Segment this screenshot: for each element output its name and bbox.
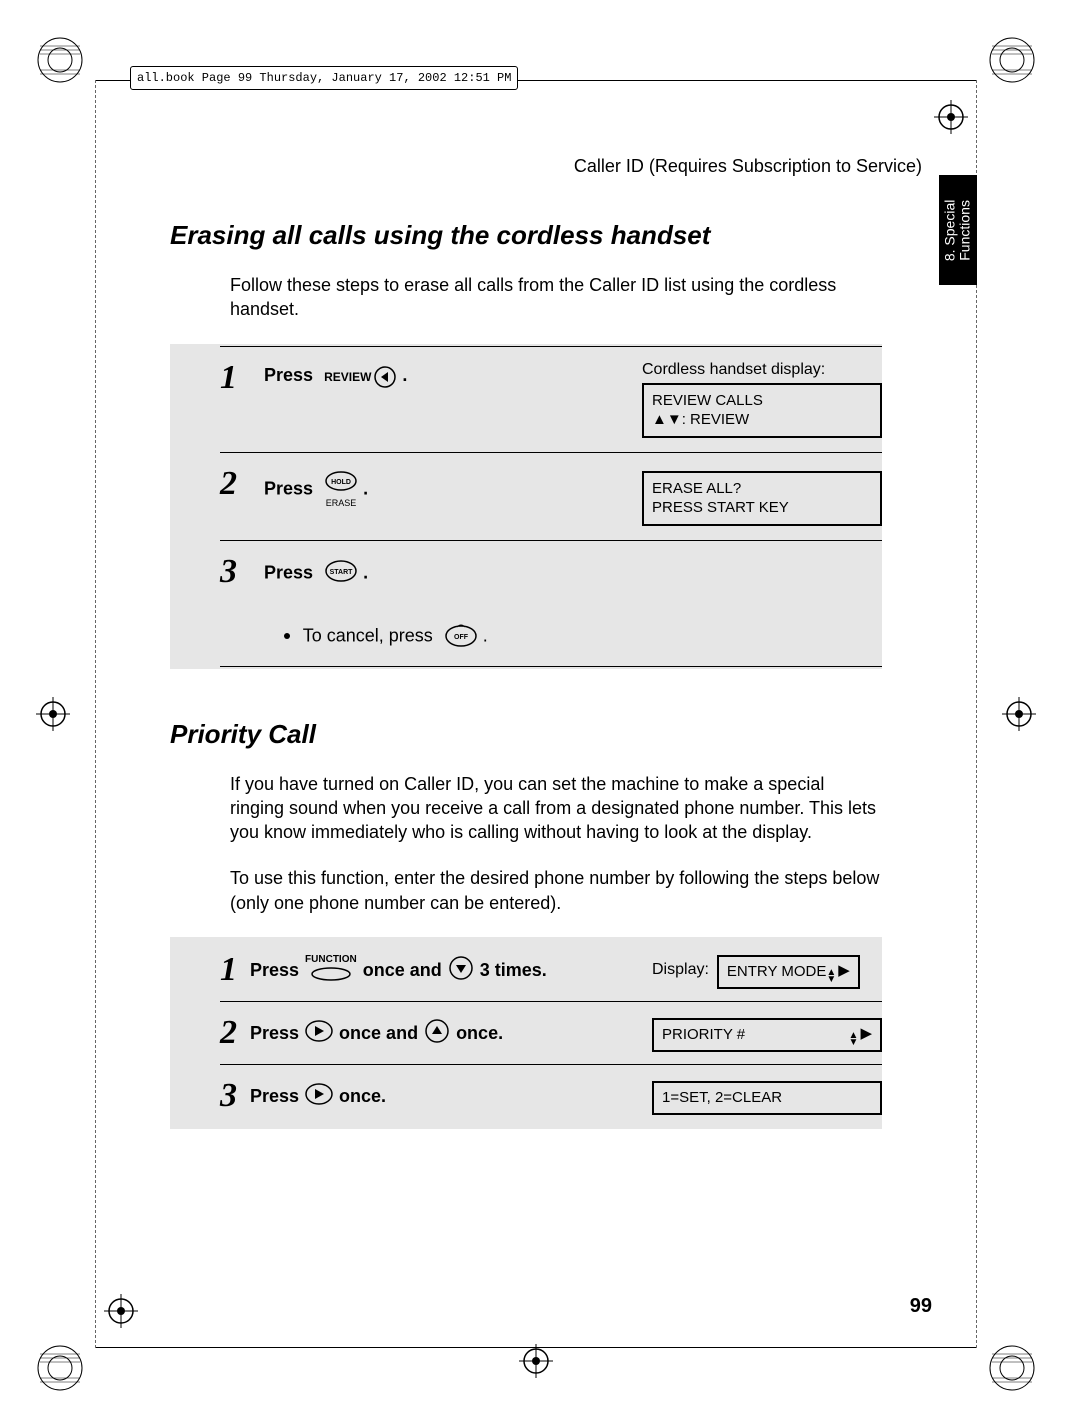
erase-sublabel: ERASE <box>324 498 358 508</box>
up-arrow-button-icon <box>424 1018 450 1049</box>
period: . <box>363 562 368 582</box>
bullet-icon <box>284 633 290 639</box>
off-button-icon: OFF <box>444 621 478 652</box>
steps-block-1: 1 Press REVIEW . Cordless handset displa… <box>170 344 882 669</box>
lcd-text: 1=SET, 2=CLEAR <box>662 1088 782 1108</box>
section-intro-priority-1: If you have turned on Caller ID, you can… <box>230 772 882 845</box>
press-word: Press <box>264 478 313 498</box>
step-number: 2 <box>220 1016 250 1050</box>
lcd-line: ▲▼: REVIEW <box>652 410 872 430</box>
segment: 3 times. <box>480 960 547 981</box>
lcd-display: ERASE ALL? PRESS START KEY <box>642 471 882 526</box>
period: . <box>483 625 488 645</box>
segment: once and <box>363 960 442 981</box>
page-number: 99 <box>910 1295 932 1318</box>
step-row: 2 Press once and once. PRIORITY # ▲▼▶ <box>220 1001 882 1064</box>
segment: once. <box>456 1023 503 1044</box>
step-number: 3 <box>220 1079 250 1113</box>
step-number: 1 <box>220 361 250 395</box>
step-row: 3 Press once. 1=SET, 2=CLEAR <box>220 1064 882 1127</box>
section-heading-priority: Priority Call <box>170 719 882 750</box>
function-button-icon: FUNCTION <box>305 954 357 986</box>
segment: once. <box>339 1086 386 1107</box>
press-word: Press <box>250 960 299 981</box>
review-button-icon: REVIEW <box>324 365 397 389</box>
display-caption: Cordless handset display: <box>642 361 882 379</box>
cancel-note: To cancel, press OFF . <box>264 621 882 652</box>
review-label: REVIEW <box>324 370 371 384</box>
period: . <box>402 365 407 385</box>
cancel-prefix: To cancel, press <box>303 625 433 645</box>
crosshair-icon <box>36 697 70 731</box>
step-number: 1 <box>220 953 250 987</box>
nav-arrows-icon: ▲▼▶ <box>826 961 849 983</box>
section-heading-erasing: Erasing all calls using the cordless han… <box>170 220 882 251</box>
right-arrow-button-icon <box>305 1083 333 1110</box>
nav-arrows-icon: ▲▼▶ <box>849 1024 872 1046</box>
hold-erase-button-icon: HOLD ERASE <box>324 471 358 508</box>
lcd-display: ENTRY MODE ▲▼▶ <box>717 955 860 989</box>
chapter-tab-line2: Functions <box>957 200 973 261</box>
lcd-line: REVIEW CALLS <box>652 391 872 411</box>
steps-block-2: 1 Press FUNCTION once and 3 times. Displ… <box>170 937 882 1129</box>
crosshair-icon <box>1002 697 1036 731</box>
registration-mark-icon <box>988 1344 1036 1392</box>
display-caption: Display: <box>652 961 709 979</box>
lcd-display: 1=SET, 2=CLEAR <box>652 1081 882 1115</box>
step-row: 1 Press FUNCTION once and 3 times. Displ… <box>220 939 882 1001</box>
running-head: Caller ID (Requires Subscription to Serv… <box>574 156 922 177</box>
content-area: Erasing all calls using the cordless han… <box>170 220 882 1129</box>
step-row: 3 Press START . To cancel, press OFF <box>220 540 882 667</box>
svg-text:OFF: OFF <box>454 634 469 641</box>
lcd-display: REVIEW CALLS ▲▼: REVIEW <box>642 383 882 438</box>
step-body: Press FUNCTION once and 3 times. <box>250 954 652 986</box>
press-word: Press <box>250 1086 299 1107</box>
step-body: Press START . <box>264 555 882 588</box>
press-word: Press <box>264 562 313 582</box>
lcd-display: PRIORITY # ▲▼▶ <box>652 1018 882 1052</box>
step-display-area: PRIORITY # ▲▼▶ <box>652 1014 882 1052</box>
start-button-icon: START <box>324 559 358 588</box>
section-intro-priority-2: To use this function, enter the desired … <box>230 866 882 915</box>
section-intro-erasing: Follow these steps to erase all calls fr… <box>230 273 882 322</box>
segment: once and <box>339 1023 418 1044</box>
right-arrow-button-icon <box>305 1020 333 1047</box>
step-body: Press once. <box>250 1083 652 1110</box>
svg-text:HOLD: HOLD <box>331 479 351 486</box>
registration-mark-icon <box>988 36 1036 84</box>
step-display-area: Cordless handset display: REVIEW CALLS ▲… <box>642 361 882 438</box>
step-body: Press once and once. <box>250 1018 652 1049</box>
registration-mark-icon <box>36 36 84 84</box>
step-number: 2 <box>220 467 250 501</box>
step-display-area: Display: ENTRY MODE ▲▼▶ <box>652 951 882 989</box>
chapter-tab-line1: 8. Special <box>942 199 958 260</box>
step-row: 2 Press HOLD ERASE . ERASE ALL? PRESS ST… <box>220 452 882 540</box>
crosshair-icon <box>519 1344 553 1378</box>
period: . <box>363 478 368 498</box>
lcd-line: PRESS START KEY <box>652 498 872 518</box>
step-display-area: 1=SET, 2=CLEAR <box>652 1077 882 1115</box>
step-number: 3 <box>220 555 250 589</box>
function-label: FUNCTION <box>305 954 357 965</box>
registration-mark-icon <box>36 1344 84 1392</box>
step-row: 1 Press REVIEW . Cordless handset displa… <box>220 346 882 452</box>
chapter-tab: 8. Special Functions <box>939 175 977 285</box>
down-arrow-button-icon <box>448 955 474 986</box>
lcd-text: PRIORITY # <box>662 1025 745 1045</box>
lcd-line: ERASE ALL? <box>652 479 872 499</box>
lcd-text: ENTRY MODE <box>727 962 826 982</box>
page: all.book Page 99 Thursday, January 17, 2… <box>0 0 1072 1428</box>
step-display-area: ERASE ALL? PRESS START KEY <box>642 467 882 526</box>
file-path-banner: all.book Page 99 Thursday, January 17, 2… <box>130 66 518 90</box>
press-word: Press <box>264 365 313 385</box>
step-body: Press REVIEW . <box>264 361 628 389</box>
step-body: Press HOLD ERASE . <box>264 467 628 508</box>
trim-left-line <box>95 80 96 1348</box>
svg-text:START: START <box>330 569 354 576</box>
press-word: Press <box>250 1023 299 1044</box>
